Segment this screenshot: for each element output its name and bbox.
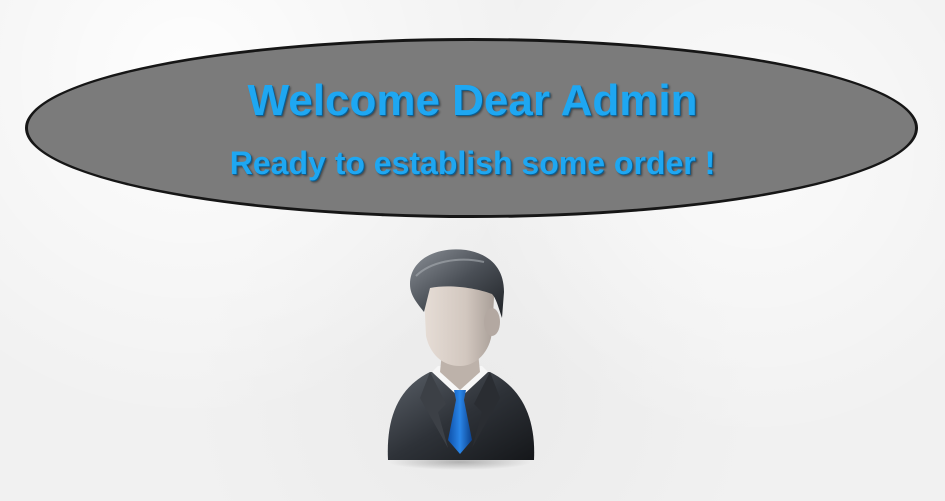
welcome-speech-bubble: [25, 38, 918, 218]
welcome-subtitle: Ready to establish some order !: [229, 145, 716, 181]
admin-user-icon: [387, 249, 535, 470]
welcome-page: Welcome Dear Admin Ready to establish so…: [0, 0, 945, 501]
welcome-title: Welcome Dear Admin: [247, 76, 698, 125]
